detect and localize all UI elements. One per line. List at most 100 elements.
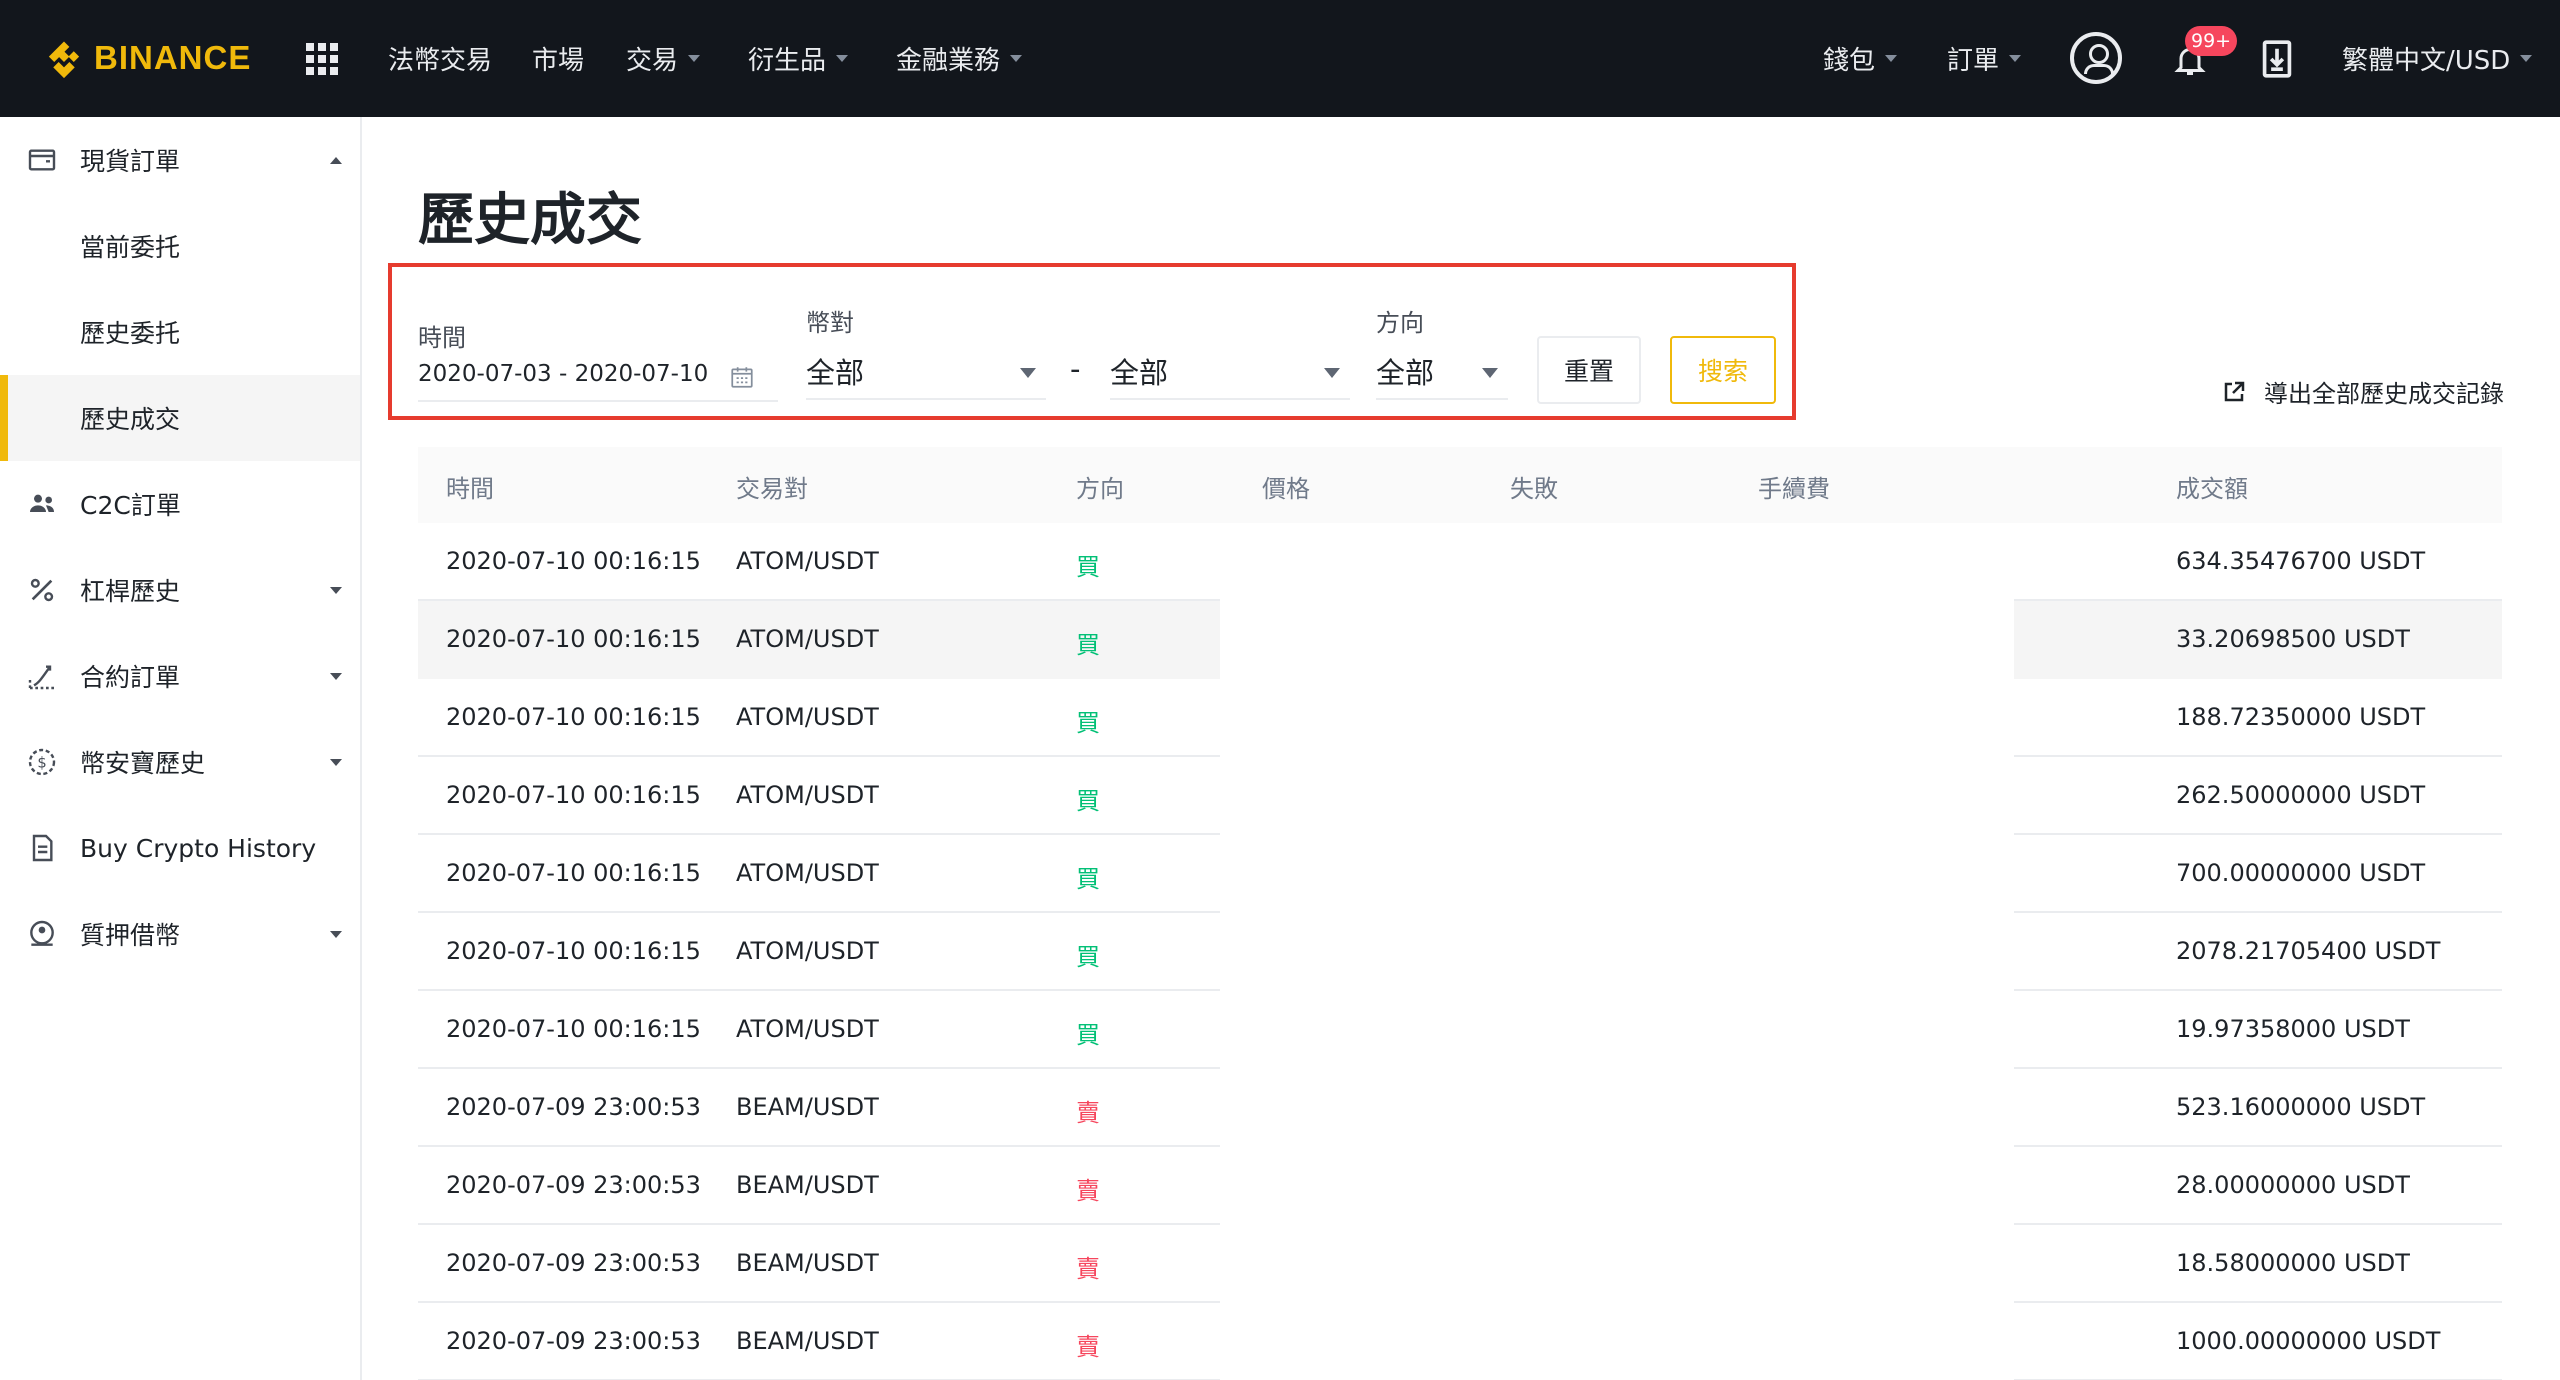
sidebar-item-crypto-loans[interactable]: 質押借幣 [0,891,360,977]
chevron-down-icon [688,55,701,62]
sidebar-item-c2c-orders[interactable]: C2C訂單 [0,461,360,547]
column-header-price: 價格 [1262,475,1310,503]
sidebar-item-label: C2C訂單 [80,491,181,520]
quote-asset-value: 全部 [1110,356,1169,390]
cell-time: 2020-07-10 00:16:15 [446,547,701,575]
cell-side: 買 [1076,943,1100,971]
column-header-total: 成交額 [2176,475,2248,503]
column-header-pair: 交易對 [736,475,808,503]
wallet-icon [28,149,56,171]
cell-time: 2020-07-10 00:16:15 [446,1015,701,1043]
nav-markets-label: 市場 [532,46,585,76]
chevron-down-icon [330,930,342,938]
notification-badge: 99+ [2185,26,2238,56]
reset-button[interactable]: 重置 [1537,336,1641,404]
percent-icon [30,578,54,602]
export-history-label: 導出全部歷史成交記錄 [2264,380,2504,408]
table-row[interactable]: 2020-07-09 23:00:53 BEAM/USDT 賣 1000.000000… [418,1303,2502,1380]
table-row[interactable]: 2020-07-09 23:00:53 BEAM/USDT 賣 523.1600000… [418,1069,2502,1147]
sidebar-item-open-orders[interactable]: 當前委托 [0,203,360,289]
sidebar-item-buy-crypto-history[interactable]: Buy Crypto History [0,805,360,891]
search-button[interactable]: 搜索 [1670,336,1776,404]
apps-grid-icon[interactable] [306,43,338,75]
sidebar-item-order-history[interactable]: 歷史委托 [0,289,360,375]
chevron-down-icon [330,586,342,594]
chevron-down-icon [836,55,849,62]
cell-pair: ATOM/USDT [736,625,879,653]
nav-finance-label: 金融業務 [896,46,1001,76]
page-title: 歷史成交 [418,188,642,253]
nav-wallet[interactable]: 錢包 [1823,40,1898,77]
table-row[interactable]: 2020-07-10 00:16:15 ATOM/USDT 買 19.97358000… [418,991,2502,1069]
table-header: 時間 交易對 方向 價格 失敗 手續費 成交額 [418,447,2502,523]
document-icon [32,834,53,862]
language-currency-selector[interactable]: 繁體中文/USD [2342,40,2533,77]
cell-side: 買 [1076,553,1100,581]
nav-fiat-trade[interactable]: 法幣交易 [388,40,492,77]
chevron-down-icon [1885,55,1898,62]
table-row[interactable]: 2020-07-09 23:00:53 BEAM/USDT 賣 28.00000000… [418,1147,2502,1225]
chevron-up-icon [330,156,342,164]
sidebar-item-label: 當前委托 [80,233,181,262]
table-row[interactable]: 2020-07-09 23:00:53 BEAM/USDT 賣 18.58000000… [418,1225,2502,1303]
table-row[interactable]: 2020-07-10 00:16:15 ATOM/USDT 買 262.5000000… [418,757,2502,835]
cell-pair: ATOM/USDT [736,859,879,887]
cell-total: 188.72350000 USDT [2176,703,2426,731]
cell-pair: ATOM/USDT [736,703,879,731]
cell-time: 2020-07-10 00:16:15 [446,703,701,731]
cell-side: 賣 [1076,1099,1100,1127]
language-currency-label: 繁體中文/USD [2342,46,2511,76]
table-row[interactable]: 2020-07-10 00:16:15 ATOM/USDT 買 188.7235000… [418,679,2502,757]
sidebar-item-futures-orders[interactable]: 合約訂單 [0,633,360,719]
cell-side: 買 [1076,709,1100,737]
sidebar-item-spot-orders[interactable]: 現貨訂單 [0,117,360,203]
sidebar-item-savings-history[interactable]: $ 幣安寶歷史 [0,719,360,805]
table-row[interactable]: 2020-07-10 00:16:15 ATOM/USDT 買 634.3547670… [418,523,2502,601]
users-icon [30,494,54,512]
column-header-fee: 手續費 [1758,475,1830,503]
export-history-link[interactable]: 導出全部歷史成交記錄 [2222,374,2504,409]
calendar-icon[interactable] [729,364,755,390]
table-row[interactable]: 2020-07-10 00:16:15 ATOM/USDT 買 2078.217054… [418,913,2502,991]
cell-side: 賣 [1076,1333,1100,1361]
logo-text: BINANCE [94,39,252,76]
nav-fiat-trade-label: 法幣交易 [388,46,493,76]
pair-filter-label: 幣對 [806,309,854,337]
sidebar-item-label: 現貨訂單 [80,147,181,176]
futures-icon [28,665,54,690]
user-account-icon[interactable] [2070,32,2122,84]
side-value: 全部 [1376,356,1435,390]
nav-finance[interactable]: 金融業務 [896,40,1023,77]
quote-asset-select[interactable]: 全部 [1110,350,1350,400]
nav-orders[interactable]: 訂單 [1947,40,2022,77]
cell-side: 賣 [1076,1177,1100,1205]
nav-trade-label: 交易 [626,46,679,76]
cell-pair: ATOM/USDT [736,1015,879,1043]
nav-derivatives[interactable]: 衍生品 [748,40,849,77]
nav-trade[interactable]: 交易 [626,40,701,77]
cell-pair: BEAM/USDT [736,1171,879,1199]
cell-side: 買 [1076,631,1100,659]
table-row[interactable]: 2020-07-10 00:16:15 ATOM/USDT 買 700.0000000… [418,835,2502,913]
column-header-time: 時間 [446,475,494,503]
base-asset-select[interactable]: 全部 [806,350,1046,400]
table-row[interactable]: 2020-07-10 00:16:15 ATOM/USDT 買 33.20698500… [418,601,2502,679]
nav-markets[interactable]: 市場 [532,40,584,77]
nav-derivatives-label: 衍生品 [748,46,827,76]
cell-time: 2020-07-09 23:00:53 [446,1171,701,1199]
side-select[interactable]: 全部 [1376,350,1508,400]
binance-logo[interactable]: BINANCE [42,36,251,80]
download-app-icon[interactable] [2262,40,2292,78]
dropdown-arrow-icon [1324,368,1340,378]
sidebar-item-margin-history[interactable]: 杠桿歷史 [0,547,360,633]
sidebar-item-trade-history[interactable]: 歷史成交 [0,375,360,461]
pair-separator: - [1070,352,1081,386]
cell-time: 2020-07-10 00:16:15 [446,859,701,887]
nav-orders-label: 訂單 [1947,46,2000,76]
cell-pair: BEAM/USDT [736,1249,879,1277]
sidebar-item-label: 質押借幣 [80,921,181,950]
savings-icon: $ [28,748,56,776]
column-header-side: 方向 [1076,475,1124,503]
cell-pair: BEAM/USDT [736,1327,879,1355]
date-range-input[interactable]: 2020-07-03 - 2020-07-10 [418,361,708,387]
